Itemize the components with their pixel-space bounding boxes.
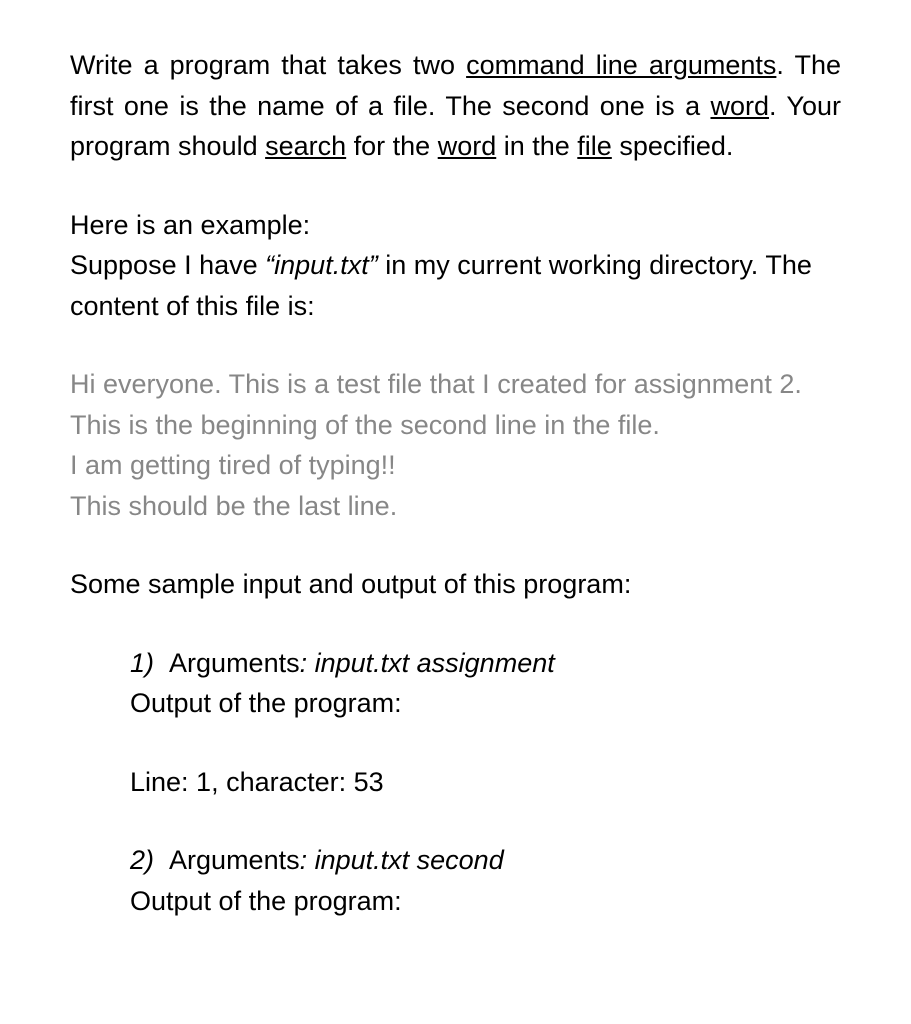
- sample-2-args-value: : input.txt second: [300, 845, 504, 875]
- intro-underline-2: word: [710, 91, 769, 121]
- file-line-1: Hi everyone. This is a test file that I …: [70, 364, 841, 405]
- sample-1-args-label: Arguments: [169, 648, 300, 678]
- file-content-block: Hi everyone. This is a test file that I …: [70, 364, 841, 526]
- example-filename: “input.txt”: [265, 250, 378, 280]
- intro-paragraph: Write a program that takes two command l…: [70, 45, 841, 167]
- sample-1-args-value: : input.txt assignment: [300, 648, 555, 678]
- samples-block: 1) Arguments: input.txt assignment Outpu…: [70, 643, 841, 922]
- intro-underline-3: search: [265, 131, 346, 161]
- example-line1: Here is an example:: [70, 210, 310, 240]
- example-paragraph: Here is an example: Suppose I have “inpu…: [70, 205, 841, 327]
- file-line-2: This is the beginning of the second line…: [70, 405, 841, 446]
- sample-1-output-label: Output of the program:: [130, 683, 841, 724]
- sample-2-args-line: 2) Arguments: input.txt second: [130, 840, 841, 881]
- file-line-4: This should be the last line.: [70, 486, 841, 527]
- intro-text-a: Write a program that takes two: [70, 50, 466, 80]
- sample-2: 2) Arguments: input.txt second Output of…: [130, 840, 841, 921]
- intro-text-f: specified.: [612, 131, 734, 161]
- samples-intro: Some sample input and output of this pro…: [70, 564, 841, 605]
- intro-underline-1: command line arguments: [466, 50, 776, 80]
- file-line-3: I am getting tired of typing!!: [70, 445, 841, 486]
- sample-1-number: 1): [130, 648, 154, 678]
- sample-2-output-label: Output of the program:: [130, 881, 841, 922]
- intro-text-e: in the: [496, 131, 577, 161]
- intro-text-d: for the: [346, 131, 438, 161]
- intro-underline-5: file: [577, 131, 612, 161]
- sample-1-args-line: 1) Arguments: input.txt assignment: [130, 643, 841, 684]
- sample-2-number: 2): [130, 845, 154, 875]
- example-line2a: Suppose I have: [70, 250, 265, 280]
- sample-1: 1) Arguments: input.txt assignment Outpu…: [130, 643, 841, 803]
- intro-underline-4: word: [438, 131, 497, 161]
- sample-2-args-label: Arguments: [169, 845, 300, 875]
- sample-1-output-value: Line: 1, character: 53: [130, 762, 841, 803]
